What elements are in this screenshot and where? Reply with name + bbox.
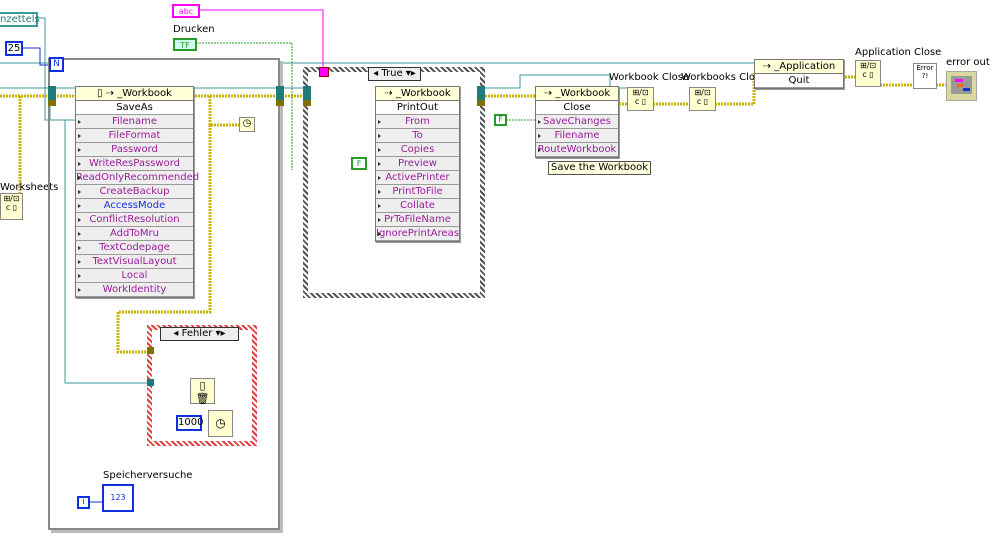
tunnel (477, 86, 485, 106)
param-row[interactable]: From (376, 115, 459, 129)
simple-error-handler-icon[interactable]: Error ?! (913, 63, 937, 89)
param-row[interactable]: CreateBackup (76, 185, 193, 199)
blatt-control[interactable]: nzettels (0, 12, 40, 27)
param-row[interactable]: IgnorePrintAreas (376, 227, 459, 241)
printout-invoke-node[interactable]: ⇢ _Workbook PrintOut From To Copies Preview… (375, 86, 460, 242)
param-row[interactable]: To (376, 129, 459, 143)
error-case-selector[interactable]: ◂ Fehler ▾▸ (160, 327, 239, 341)
worksheets-property-node-icon[interactable]: ⊞/⊡ c ▯ (0, 193, 23, 220)
param-row[interactable]: RouteWorkbook (536, 143, 618, 157)
speicherversuche-indicator: 123 (102, 484, 134, 512)
node-method: Quit (755, 74, 843, 88)
tunnel (276, 86, 284, 106)
loop-count-constant[interactable]: 25 (5, 41, 23, 56)
param-row[interactable]: Password (76, 143, 193, 157)
param-row[interactable]: TextVisualLayout (76, 255, 193, 269)
tunnel (303, 86, 311, 106)
param-row[interactable]: ConflictResolution (76, 213, 193, 227)
error-out-indicator (946, 71, 977, 101)
saveas-invoke-node[interactable]: ▯ ⇢ _Workbook SaveAs Filename FileFormat P… (75, 86, 199, 298)
wait-icon[interactable]: ◷ (239, 117, 255, 132)
wait-ms-icon[interactable]: ◷ (208, 410, 233, 437)
node-class: ⇢ _Workbook (376, 87, 459, 101)
workbook-close-label: Workbook Close (609, 72, 690, 83)
tunnel (147, 379, 154, 386)
param-row[interactable]: Copies (376, 143, 459, 157)
string-control[interactable]: abc (172, 4, 200, 18)
application-close-icon[interactable]: ⊞/⊡ c ▯ (855, 60, 881, 87)
preview-false-constant[interactable]: F (351, 157, 367, 170)
tunnel (147, 347, 154, 354)
param-row[interactable]: ReadOnlyRecommended (76, 171, 199, 185)
param-row[interactable]: PrToFileName (376, 213, 459, 227)
tunnel (319, 67, 329, 77)
error-out-label: error out (946, 57, 990, 68)
param-row[interactable]: PrintToFile (376, 185, 459, 199)
iteration-terminal: i (77, 496, 90, 509)
param-row[interactable]: Collate (376, 199, 459, 213)
param-row[interactable]: AccessMode (76, 199, 193, 213)
loop-count-terminal: N (49, 57, 64, 72)
wait-ms-constant[interactable]: 1000 (176, 415, 203, 431)
drucken-label: Drucken (173, 24, 215, 35)
param-row[interactable]: FileFormat (76, 129, 193, 143)
param-row[interactable]: Preview (376, 157, 459, 171)
close-reference-icon[interactable]: ▯ 🗑 (190, 378, 215, 405)
node-method: PrintOut (376, 101, 459, 115)
param-row[interactable]: WorkIdentity (76, 283, 193, 297)
param-row[interactable]: Local (76, 269, 193, 283)
workbooks-close-icon[interactable]: ⊞/⊡ c ▯ (689, 87, 716, 111)
print-case-selector[interactable]: ◂ True ▾▸ (368, 67, 421, 81)
param-row[interactable]: TextCodepage (76, 241, 193, 255)
node-class: ⇢ _Application (755, 60, 843, 74)
savechanges-false-constant[interactable]: F (494, 114, 507, 126)
quit-invoke-node[interactable]: ⇢ _Application Quit (754, 59, 844, 89)
tunnel (48, 86, 56, 106)
param-row[interactable]: Filename (76, 115, 193, 129)
param-row[interactable]: Filename (536, 129, 618, 143)
application-close-label: Application Close (855, 47, 942, 58)
node-class: ⇢ _Workbook (536, 87, 618, 101)
node-method: Close (536, 101, 618, 115)
param-row[interactable]: AddToMru (76, 227, 193, 241)
speicherversuche-label: Speicherversuche (103, 470, 193, 481)
comment-label: Save the Workbook (548, 161, 652, 175)
drucken-boolean-control[interactable]: TF (173, 38, 197, 51)
param-row[interactable]: SaveChanges (536, 115, 618, 129)
param-row[interactable]: ActivePrinter (376, 171, 459, 185)
node-method: SaveAs (76, 101, 193, 115)
workbook-close-icon[interactable]: ⊞/⊡ c ▯ (627, 87, 654, 111)
node-class: ▯ ⇢ _Workbook (76, 87, 193, 101)
param-row[interactable]: WriteResPassword (76, 157, 193, 171)
close-invoke-node[interactable]: ⇢ _Workbook Close SaveChanges Filename Rou… (535, 86, 619, 158)
